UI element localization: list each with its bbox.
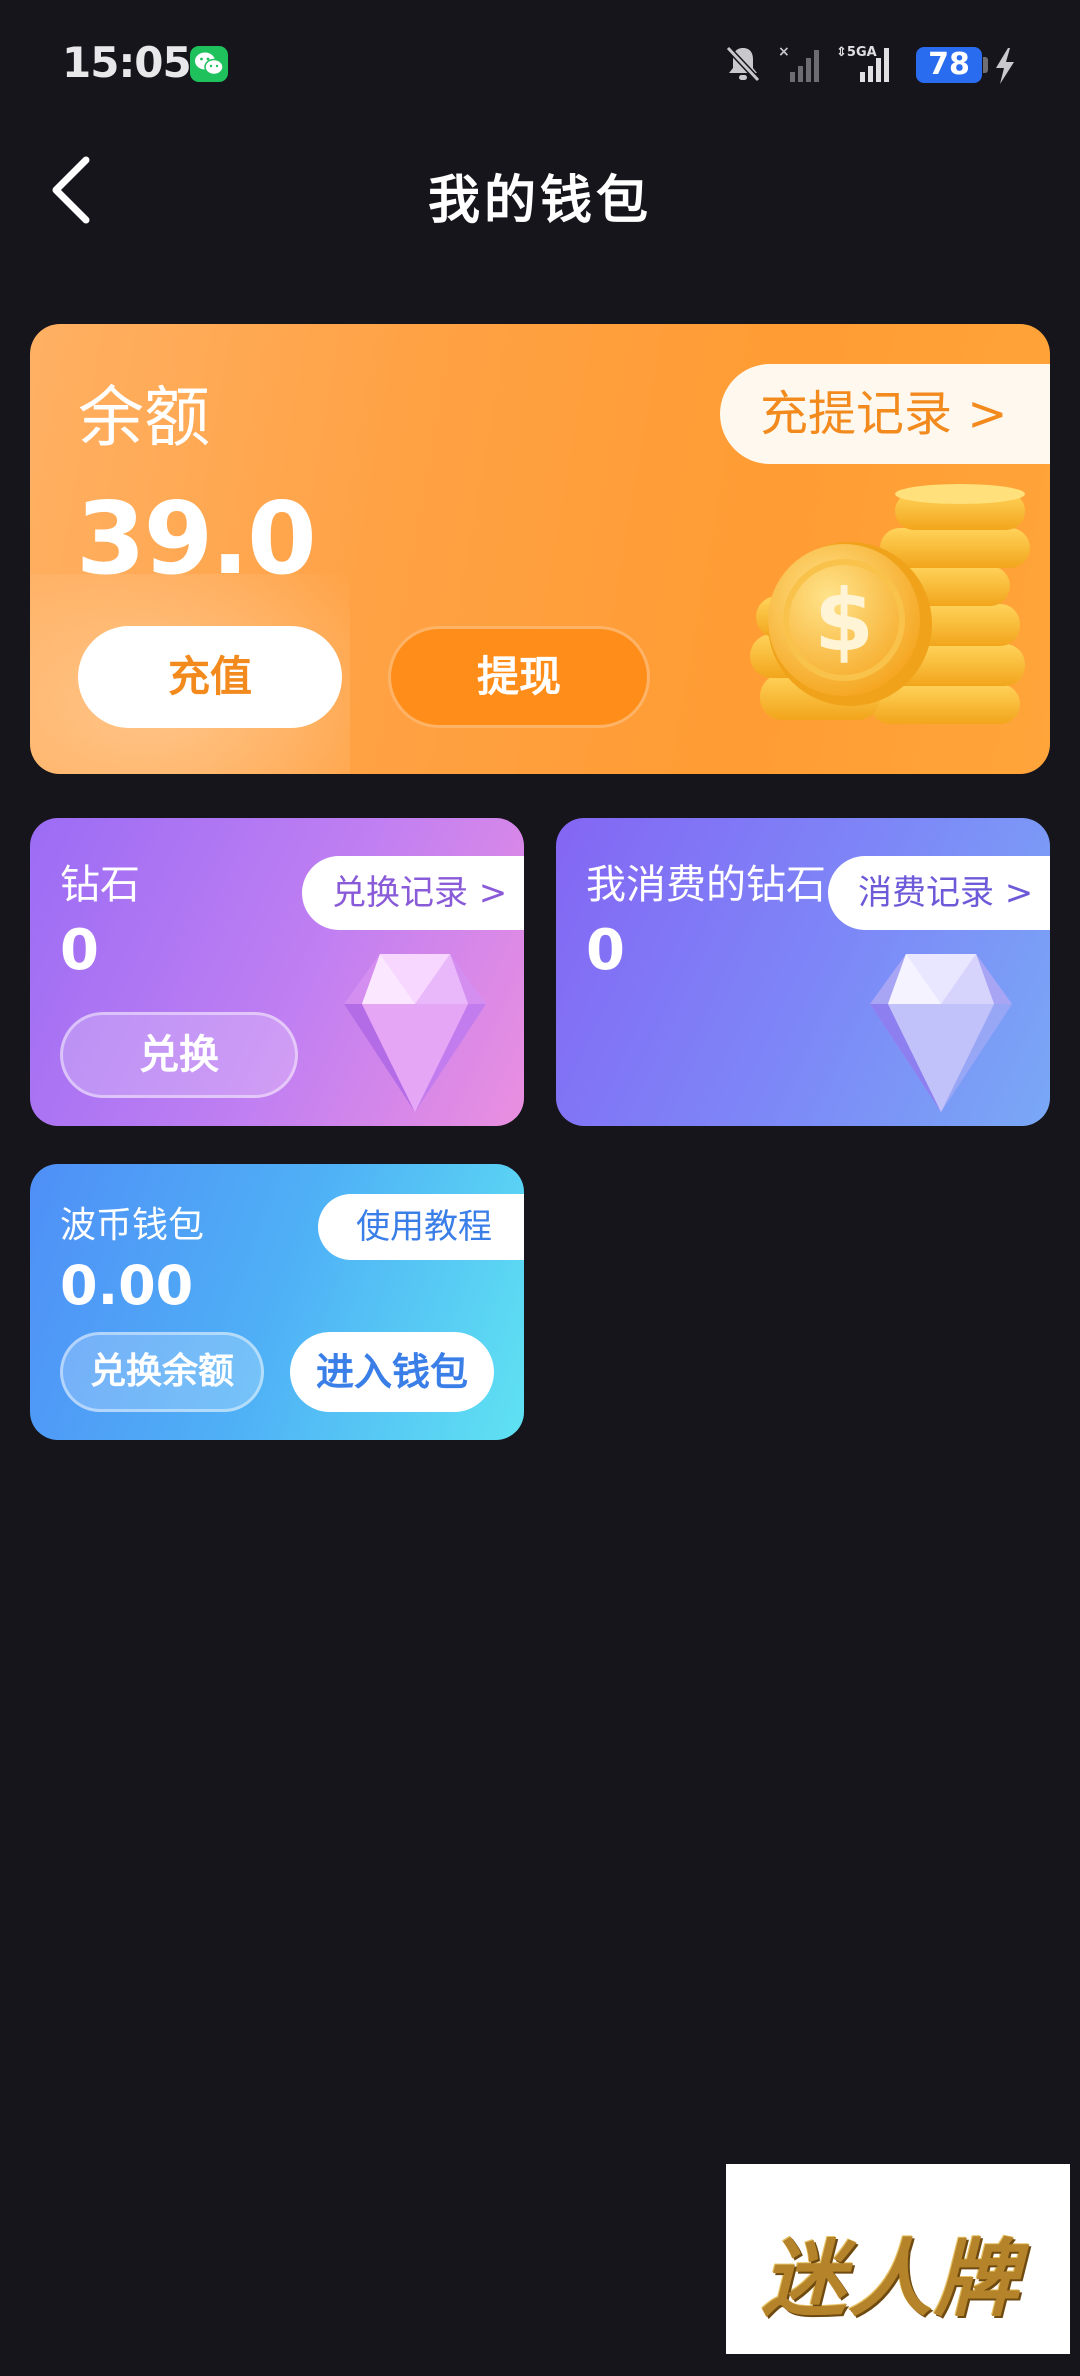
svg-text:×: × (778, 44, 790, 60)
diamond-card: 钻石 0 兑换记录 > 兑换 (30, 818, 524, 1126)
battery-icon (983, 57, 988, 73)
wechat-icon (190, 46, 228, 82)
recharge-button[interactable]: 充值 (78, 626, 342, 728)
consumption-records-link[interactable]: 消费记录 > (828, 856, 1050, 930)
spent-diamonds-title: 我消费的钻石 (586, 862, 826, 908)
tutorial-link[interactable]: 使用教程 (318, 1194, 524, 1260)
watermark-text: 迷人牌 (762, 2230, 1021, 2328)
withdraw-button[interactable]: 提现 (388, 626, 650, 728)
signal-5g-icon: ⇕5GA (836, 45, 889, 82)
signal-icon: × (778, 44, 819, 82)
balance-card: 余额 39.0 充提记录 > $ 充值 提现 (30, 324, 1050, 774)
enter-wallet-button[interactable]: 进入钱包 (290, 1332, 494, 1412)
svg-text:⇕5GA: ⇕5GA (836, 45, 877, 60)
page-title: 我的钱包 (427, 171, 652, 231)
recharge-withdraw-records-link[interactable]: 充提记录 > (720, 364, 1050, 464)
diamond-title: 钻石 (60, 862, 140, 908)
coins-illustration: $ (750, 484, 1030, 724)
charging-icon (996, 48, 1014, 84)
spent-diamonds-card: 我消费的钻石 0 消费记录 > (556, 818, 1050, 1126)
balance-label: 余额 (78, 379, 210, 456)
battery-level: 78 (916, 47, 982, 83)
bocoin-value: 0.00 (60, 1254, 194, 1317)
status-bar: 15:05 × ⇕5GA 78 (0, 0, 1080, 130)
exchange-records-link[interactable]: 兑换记录 > (302, 856, 524, 930)
exchange-balance-button[interactable]: 兑换余额 (60, 1332, 264, 1412)
bocoin-title: 波币钱包 (60, 1205, 205, 1246)
diamond-icon (870, 954, 1012, 1112)
diamond-icon (344, 954, 486, 1112)
exchange-button[interactable]: 兑换 (60, 1012, 298, 1098)
svg-text:$: $ (814, 571, 874, 671)
bocoin-wallet-card: 波币钱包 0.00 使用教程 兑换余额 进入钱包 (30, 1164, 524, 1440)
balance-value: 39.0 (76, 480, 317, 597)
diamond-value: 0 (60, 918, 99, 983)
watermark-logo: 迷人牌 (726, 2164, 1070, 2354)
spent-diamonds-value: 0 (586, 918, 625, 983)
mute-icon (725, 45, 761, 83)
status-time: 15:05 (62, 38, 192, 87)
